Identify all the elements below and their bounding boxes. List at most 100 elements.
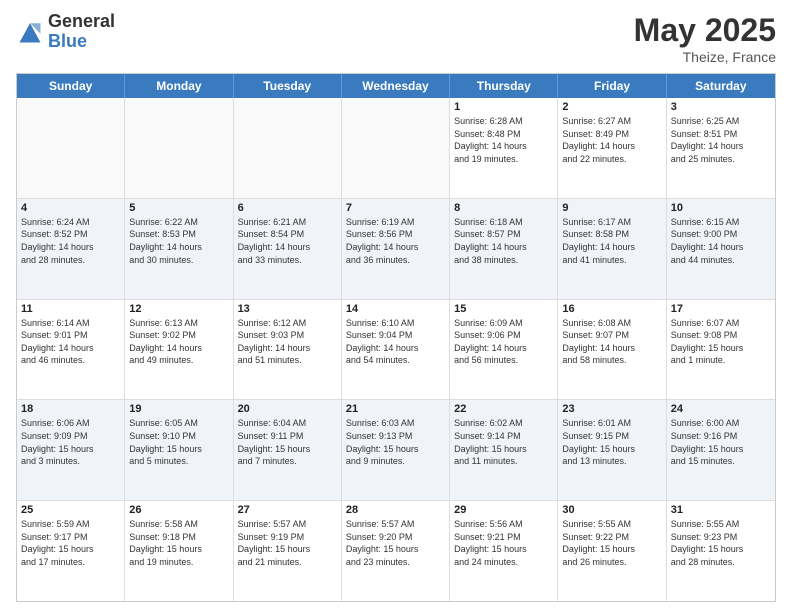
day-cell-1: 1Sunrise: 6:28 AMSunset: 8:48 PMDaylight… (450, 98, 558, 198)
day-info: Sunrise: 5:59 AMSunset: 9:17 PMDaylight:… (21, 518, 120, 568)
day-info: Sunrise: 5:58 AMSunset: 9:18 PMDaylight:… (129, 518, 228, 568)
day-number: 23 (562, 403, 661, 415)
page: General Blue May 2025 Theize, France Sun… (0, 0, 792, 612)
day-number: 19 (129, 403, 228, 415)
day-number: 27 (238, 504, 337, 516)
day-cell-20: 20 Sunrise: 6:04 AMSunset: 9:11 PMDayligh… (234, 400, 342, 500)
day-cell-12: 12 Sunrise: 6:13 AMSunset: 9:02 PMDayligh… (125, 300, 233, 400)
calendar: SundayMondayTuesdayWednesdayThursdayFrid… (16, 73, 776, 602)
day-cell-19: 19 Sunrise: 6:05 AMSunset: 9:10 PMDayligh… (125, 400, 233, 500)
day-cell-2: 2 Sunrise: 6:27 AMSunset: 8:49 PMDaylight… (558, 98, 666, 198)
day-cell-25: 25 Sunrise: 5:59 AMSunset: 9:17 PMDayligh… (17, 501, 125, 601)
day-cell-31: 31 Sunrise: 5:55 AMSunset: 9:23 PMDayligh… (667, 501, 775, 601)
day-info: Sunrise: 6:22 AMSunset: 8:53 PMDaylight:… (129, 216, 228, 266)
day-info: Sunrise: 6:14 AMSunset: 9:01 PMDaylight:… (21, 317, 120, 367)
calendar-row-4: 18 Sunrise: 6:06 AMSunset: 9:09 PMDayligh… (17, 400, 775, 501)
day-number: 6 (238, 202, 337, 214)
day-header-monday: Monday (125, 74, 233, 98)
day-header-wednesday: Wednesday (342, 74, 450, 98)
day-cell-22: 22 Sunrise: 6:02 AMSunset: 9:14 PMDayligh… (450, 400, 558, 500)
day-cell-18: 18 Sunrise: 6:06 AMSunset: 9:09 PMDayligh… (17, 400, 125, 500)
day-info: Sunrise: 6:05 AMSunset: 9:10 PMDaylight:… (129, 417, 228, 467)
day-number: 7 (346, 202, 445, 214)
day-cell-26: 26 Sunrise: 5:58 AMSunset: 9:18 PMDayligh… (125, 501, 233, 601)
day-number: 4 (21, 202, 120, 214)
day-cell-24: 24Sunrise: 6:00 AMSunset: 9:16 PMDayligh… (667, 400, 775, 500)
day-cell-28: 28Sunrise: 5:57 AMSunset: 9:20 PMDayligh… (342, 501, 450, 601)
logo-icon (16, 18, 44, 46)
day-info: Sunrise: 6:03 AMSunset: 9:13 PMDaylight:… (346, 417, 445, 467)
calendar-header: SundayMondayTuesdayWednesdayThursdayFrid… (17, 74, 775, 98)
day-cell-14: 14Sunrise: 6:10 AMSunset: 9:04 PMDayligh… (342, 300, 450, 400)
day-number: 8 (454, 202, 553, 214)
day-info: Sunrise: 6:08 AMSunset: 9:07 PMDaylight:… (562, 317, 661, 367)
day-number: 10 (671, 202, 771, 214)
day-number: 18 (21, 403, 120, 415)
day-info: Sunrise: 6:00 AMSunset: 9:16 PMDaylight:… (671, 417, 771, 467)
calendar-title: May 2025 (634, 12, 776, 49)
empty-cell (17, 98, 125, 198)
day-number: 20 (238, 403, 337, 415)
day-number: 25 (21, 504, 120, 516)
day-info: Sunrise: 6:01 AMSunset: 9:15 PMDaylight:… (562, 417, 661, 467)
calendar-location: Theize, France (634, 49, 776, 65)
day-info: Sunrise: 5:55 AMSunset: 9:23 PMDaylight:… (671, 518, 771, 568)
day-number: 2 (562, 101, 661, 113)
day-cell-15: 15 Sunrise: 6:09 AMSunset: 9:06 PMDayligh… (450, 300, 558, 400)
calendar-row-3: 11 Sunrise: 6:14 AMSunset: 9:01 PMDayligh… (17, 300, 775, 401)
day-number: 15 (454, 303, 553, 315)
day-info: Sunrise: 6:10 AMSunset: 9:04 PMDaylight:… (346, 317, 445, 367)
calendar-row-2: 4 Sunrise: 6:24 AMSunset: 8:52 PMDaylight… (17, 199, 775, 300)
day-number: 21 (346, 403, 445, 415)
day-number: 11 (21, 303, 120, 315)
day-number: 30 (562, 504, 661, 516)
day-info: Sunrise: 6:06 AMSunset: 9:09 PMDaylight:… (21, 417, 120, 467)
day-info: Sunrise: 6:17 AMSunset: 8:58 PMDaylight:… (562, 216, 661, 266)
day-header-thursday: Thursday (450, 74, 558, 98)
calendar-row-1: 1Sunrise: 6:28 AMSunset: 8:48 PMDaylight… (17, 98, 775, 199)
empty-cell (234, 98, 342, 198)
day-cell-3: 3 Sunrise: 6:25 AMSunset: 8:51 PMDaylight… (667, 98, 775, 198)
day-number: 12 (129, 303, 228, 315)
day-cell-7: 7 Sunrise: 6:19 AMSunset: 8:56 PMDaylight… (342, 199, 450, 299)
day-info: Sunrise: 6:02 AMSunset: 9:14 PMDaylight:… (454, 417, 553, 467)
day-header-friday: Friday (558, 74, 666, 98)
logo: General Blue (16, 12, 115, 52)
day-info: Sunrise: 6:27 AMSunset: 8:49 PMDaylight:… (562, 115, 661, 165)
day-cell-16: 16Sunrise: 6:08 AMSunset: 9:07 PMDayligh… (558, 300, 666, 400)
day-info: Sunrise: 6:19 AMSunset: 8:56 PMDaylight:… (346, 216, 445, 266)
day-info: Sunrise: 6:21 AMSunset: 8:54 PMDaylight:… (238, 216, 337, 266)
day-info: Sunrise: 6:24 AMSunset: 8:52 PMDaylight:… (21, 216, 120, 266)
day-header-saturday: Saturday (667, 74, 775, 98)
day-number: 9 (562, 202, 661, 214)
day-cell-5: 5Sunrise: 6:22 AMSunset: 8:53 PMDaylight… (125, 199, 233, 299)
day-number: 31 (671, 504, 771, 516)
header: General Blue May 2025 Theize, France (16, 12, 776, 65)
day-cell-17: 17 Sunrise: 6:07 AMSunset: 9:08 PMDayligh… (667, 300, 775, 400)
day-info: Sunrise: 6:25 AMSunset: 8:51 PMDaylight:… (671, 115, 771, 165)
day-cell-4: 4 Sunrise: 6:24 AMSunset: 8:52 PMDaylight… (17, 199, 125, 299)
day-number: 22 (454, 403, 553, 415)
day-info: Sunrise: 6:12 AMSunset: 9:03 PMDaylight:… (238, 317, 337, 367)
day-number: 29 (454, 504, 553, 516)
day-number: 17 (671, 303, 771, 315)
day-cell-21: 21 Sunrise: 6:03 AMSunset: 9:13 PMDayligh… (342, 400, 450, 500)
day-number: 28 (346, 504, 445, 516)
day-info: Sunrise: 6:13 AMSunset: 9:02 PMDaylight:… (129, 317, 228, 367)
day-cell-9: 9 Sunrise: 6:17 AMSunset: 8:58 PMDaylight… (558, 199, 666, 299)
day-number: 3 (671, 101, 771, 113)
day-info: Sunrise: 5:56 AMSunset: 9:21 PMDaylight:… (454, 518, 553, 568)
day-info: Sunrise: 5:57 AMSunset: 9:19 PMDaylight:… (238, 518, 337, 568)
day-number: 26 (129, 504, 228, 516)
day-info: Sunrise: 6:15 AMSunset: 9:00 PMDaylight:… (671, 216, 771, 266)
day-info: Sunrise: 6:09 AMSunset: 9:06 PMDaylight:… (454, 317, 553, 367)
title-block: May 2025 Theize, France (634, 12, 776, 65)
day-number: 13 (238, 303, 337, 315)
day-cell-10: 10 Sunrise: 6:15 AMSunset: 9:00 PMDayligh… (667, 199, 775, 299)
calendar-row-5: 25 Sunrise: 5:59 AMSunset: 9:17 PMDayligh… (17, 501, 775, 601)
day-info: Sunrise: 5:55 AMSunset: 9:22 PMDaylight:… (562, 518, 661, 568)
day-info: Sunrise: 6:28 AMSunset: 8:48 PMDaylight:… (454, 115, 553, 165)
day-info: Sunrise: 6:04 AMSunset: 9:11 PMDaylight:… (238, 417, 337, 467)
day-info: Sunrise: 6:07 AMSunset: 9:08 PMDaylight:… (671, 317, 771, 367)
logo-blue-text: Blue (48, 32, 115, 52)
